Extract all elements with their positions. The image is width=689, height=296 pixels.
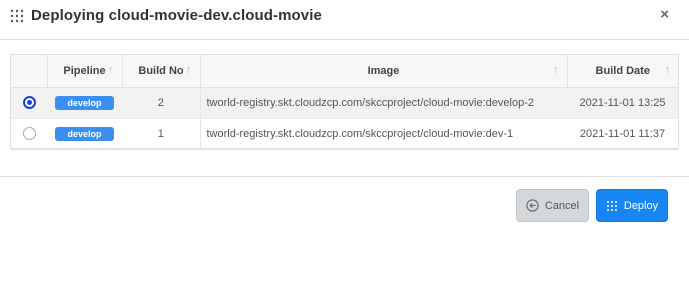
pipeline-cell: develop (47, 118, 122, 150)
build-no-cell: 1 (122, 118, 201, 150)
sort-arrow-icon[interactable]: ↑ (553, 64, 559, 76)
header-build-date-label: Build Date (595, 64, 650, 77)
grid-dots-icon (606, 200, 618, 212)
row-radio[interactable] (22, 96, 36, 109)
header-pipeline[interactable]: Pipeline ↑ (47, 55, 123, 88)
image-cell: tworld-registry.skt.cloudzcp.com/skccpro… (200, 87, 567, 119)
grid-dots-icon (10, 9, 24, 23)
row-radio[interactable] (22, 127, 36, 140)
cancel-label: Cancel (544, 199, 580, 212)
header-image[interactable]: Image ↑ (200, 55, 568, 88)
footer-divider (0, 176, 689, 177)
builds-table: Pipeline ↑ Build No ↑ Image ↑ Build Date… (10, 54, 679, 150)
image-cell: tworld-registry.skt.cloudzcp.com/skccpro… (200, 118, 567, 150)
header-build-no[interactable]: Build No ↑ (122, 55, 201, 88)
header-pipeline-label: Pipeline (63, 64, 106, 77)
close-icon[interactable]: × (660, 7, 669, 23)
pipeline-badge: develop (55, 95, 114, 110)
deploy-label: Deploy (623, 199, 659, 212)
arrow-left-circle-icon (526, 199, 539, 212)
dialog-title: Deploying cloud-movie-dev.cloud-movie (31, 7, 322, 24)
dialog-header: Deploying cloud-movie-dev.cloud-movie × (0, 0, 689, 40)
build-date-cell: 2021-11-01 11:37 (567, 118, 678, 150)
cancel-button[interactable]: Cancel (516, 189, 589, 222)
sort-arrow-icon[interactable]: ↑ (108, 64, 114, 76)
build-date-cell: 2021-11-01 13:25 (567, 87, 678, 119)
row-select-cell (11, 87, 47, 119)
table-row[interactable]: develop 2 tworld-registry.skt.cloudzcp.c… (11, 87, 678, 119)
sort-arrow-icon[interactable]: ↑ (665, 64, 671, 76)
sort-arrow-icon[interactable]: ↑ (186, 64, 192, 76)
table-row[interactable]: develop 1 tworld-registry.skt.cloudzcp.c… (11, 118, 678, 150)
header-build-date[interactable]: Build Date ↑ (567, 55, 678, 88)
header-select (11, 55, 48, 88)
header-build-no-label: Build No (138, 64, 184, 77)
header-image-label: Image (367, 64, 400, 77)
row-select-cell (11, 118, 47, 150)
deploy-button[interactable]: Deploy (596, 189, 668, 222)
build-no-cell: 2 (122, 87, 201, 119)
table-header-row: Pipeline ↑ Build No ↑ Image ↑ Build Date… (11, 55, 678, 88)
pipeline-badge: develop (55, 126, 114, 141)
pipeline-cell: develop (47, 87, 122, 119)
